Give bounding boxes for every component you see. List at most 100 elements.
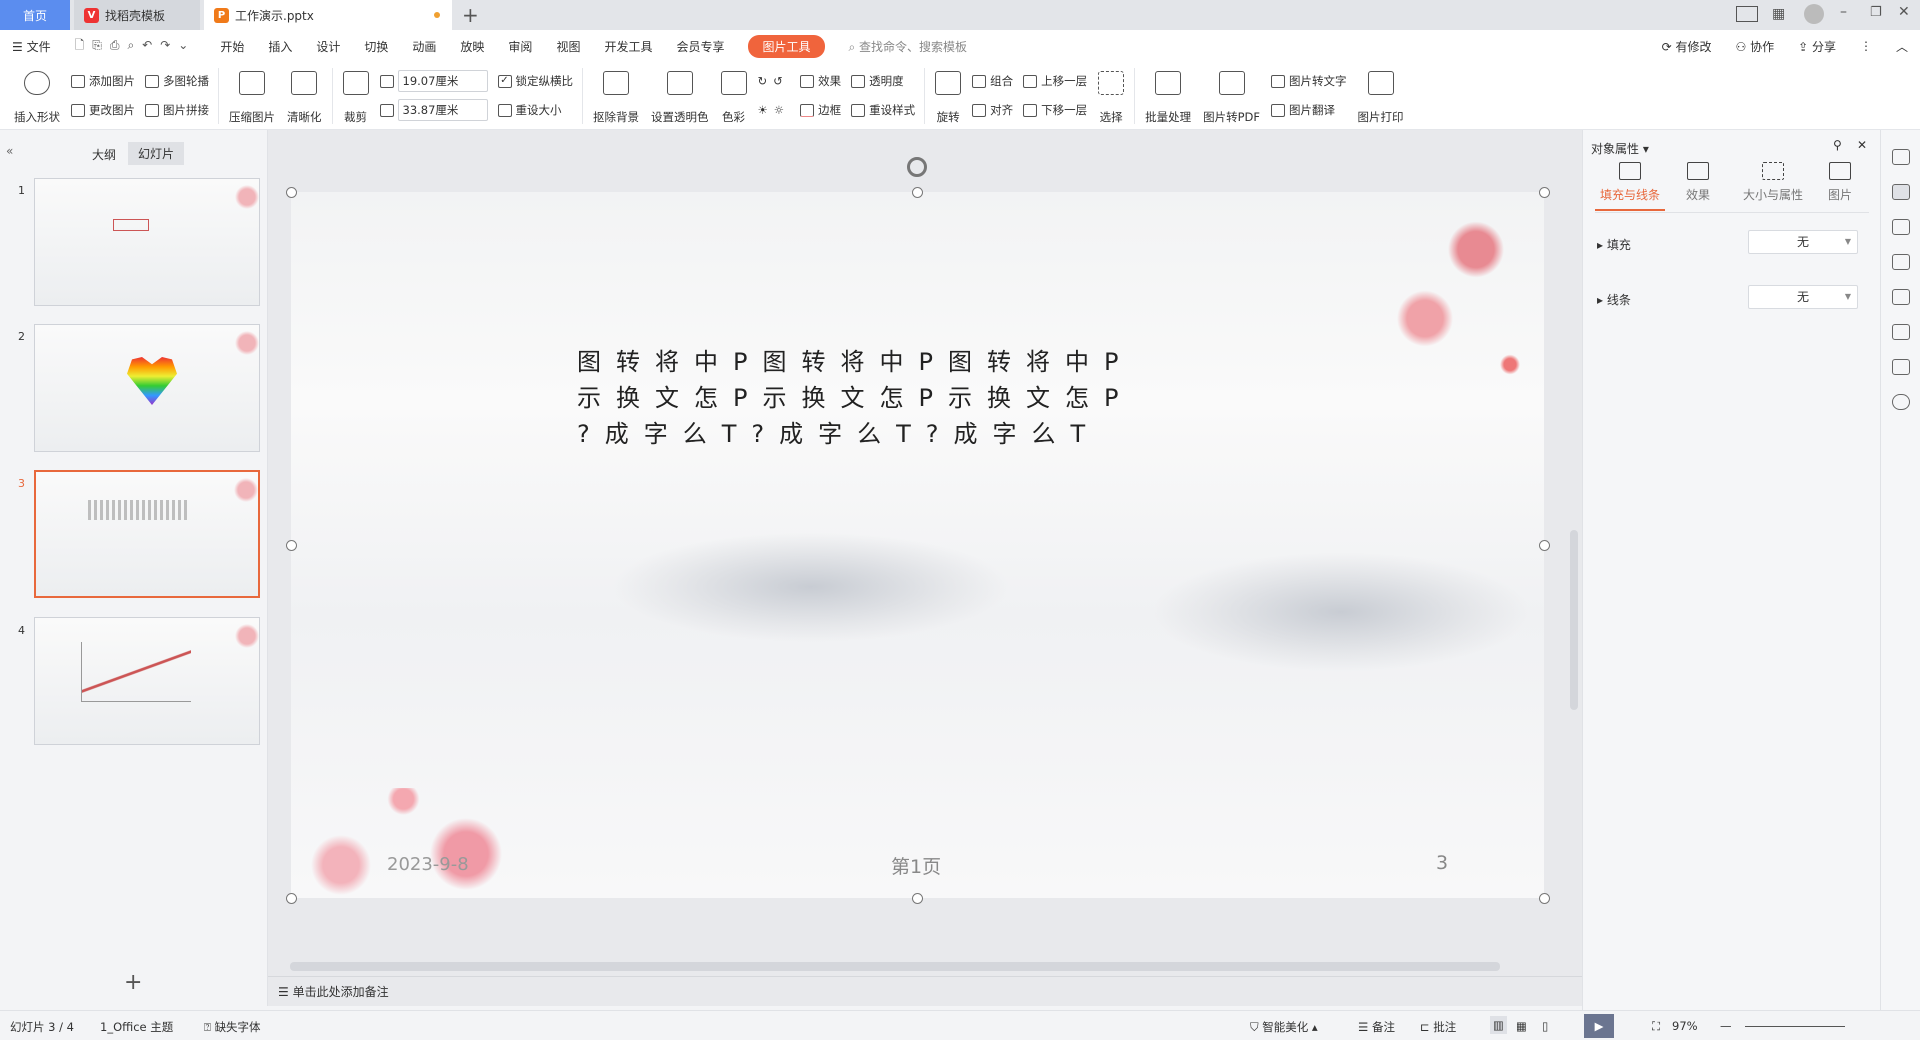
insert-shape-button[interactable]: 插入形状	[14, 67, 60, 125]
resize-handle[interactable]	[1539, 893, 1550, 904]
rotate-buttons[interactable]: ↻↺	[758, 70, 791, 92]
sharpen-button[interactable]: 清晰化	[287, 67, 322, 125]
command-search[interactable]: ⌕ 查找命令、搜索模板	[849, 38, 968, 55]
effects-button[interactable]: 效果	[800, 70, 841, 92]
collab-button[interactable]: ⚇ 协作	[1736, 38, 1775, 55]
menu-start[interactable]: 开始	[220, 38, 244, 55]
zoom-slider[interactable]	[1745, 1026, 1845, 1027]
reset-style-button[interactable]: 重设样式	[851, 99, 915, 121]
menu-review[interactable]: 审阅	[508, 38, 532, 55]
align-button[interactable]: 对齐	[972, 99, 1013, 121]
menu-transition[interactable]: 切换	[364, 38, 388, 55]
add-picture-button[interactable]: 添加图片	[71, 70, 135, 92]
modified-button[interactable]: ⟳ 有修改	[1662, 38, 1712, 55]
menu-insert[interactable]: 插入	[268, 38, 292, 55]
media-icon[interactable]	[1891, 289, 1910, 305]
file-menu[interactable]: ☰ 文件	[12, 38, 51, 55]
lock-ratio-checkbox[interactable]: ✓ 锁定纵横比	[497, 70, 573, 92]
star-icon[interactable]	[1891, 219, 1910, 235]
resize-handle[interactable]	[286, 187, 297, 198]
zoom-level[interactable]: 97%	[1672, 1019, 1698, 1033]
resize-handle[interactable]	[1539, 540, 1550, 551]
transparency-button[interactable]: 透明度	[851, 70, 915, 92]
send-backward-button[interactable]: 下移一层	[1023, 99, 1087, 121]
stitch-button[interactable]: 图片拼接	[145, 99, 209, 121]
collapse-ribbon-icon[interactable]: ︿	[1896, 38, 1908, 55]
normal-view-icon[interactable]: ▥	[1490, 1016, 1507, 1034]
comment-button[interactable]: ⊏ 批注	[1420, 1019, 1456, 1035]
menu-slideshow[interactable]: 放映	[460, 38, 484, 55]
rotate-button[interactable]: 旋转	[935, 67, 962, 125]
tab-templates[interactable]: V 找稻壳模板	[74, 0, 200, 30]
tab-size-properties[interactable]: 大小与属性	[1733, 162, 1813, 203]
bring-forward-button[interactable]: 上移一层	[1023, 70, 1087, 92]
brightness-buttons[interactable]: ☀☼	[758, 99, 791, 121]
reset-size-button[interactable]: 重设大小	[497, 99, 574, 121]
more-icon[interactable]: ⋮	[1860, 39, 1872, 53]
theme-name[interactable]: 1_Office 主题	[100, 1019, 173, 1035]
sorter-view-icon[interactable]: ▦	[1516, 1019, 1527, 1033]
grid-icon[interactable]: ▦	[1772, 6, 1785, 22]
tab-document[interactable]: P 工作演示.pptx	[204, 0, 452, 30]
slides-icon[interactable]	[1891, 254, 1910, 270]
properties-icon[interactable]	[1891, 184, 1910, 200]
collapse-panel-icon[interactable]: «	[6, 144, 13, 158]
slide-textbox[interactable]: 图转将中P图转将中P图转将中P 示换文怎P示换文怎P示换文怎P ?成字么T?成字…	[577, 344, 1133, 452]
fill-section-toggle[interactable]: ▸ 填充	[1597, 236, 1631, 253]
batch-button[interactable]: 批量处理	[1145, 67, 1191, 125]
menu-picture-tools[interactable]: 图片工具	[748, 34, 825, 58]
group-button[interactable]: 组合	[972, 70, 1013, 92]
zoom-out-button[interactable]: —	[1720, 1019, 1732, 1033]
slide-thumbnail-2[interactable]	[34, 324, 260, 452]
new-tab-button[interactable]: +	[462, 3, 479, 27]
to-text-button[interactable]: 图片转文字	[1271, 70, 1347, 92]
restore-button[interactable]: ❐	[1870, 5, 1882, 20]
tab-picture[interactable]: 图片	[1805, 162, 1875, 203]
resize-handle[interactable]	[912, 893, 923, 904]
tab-slides[interactable]: 幻灯片	[128, 142, 185, 165]
fit-icon[interactable]: ⛶	[1652, 1019, 1660, 1034]
slide[interactable]: 图转将中P图转将中P图转将中P 示换文怎P示换文怎P示换文怎P ?成字么T?成字…	[291, 192, 1544, 898]
notes-button[interactable]: ☰ 备注	[1358, 1019, 1395, 1035]
slide-thumbnail-3[interactable]	[34, 470, 260, 598]
border-button[interactable]: 边框	[800, 99, 841, 121]
width-input[interactable]: 33.87厘米	[397, 99, 488, 121]
color-button[interactable]: 色彩	[720, 67, 747, 125]
fill-select[interactable]: 无 ▼	[1748, 230, 1858, 254]
translate-button[interactable]: 图片翻译	[1271, 99, 1347, 121]
vertical-scrollbar[interactable]	[1570, 140, 1578, 970]
change-picture-button[interactable]: 更改图片	[71, 99, 135, 121]
avatar[interactable]	[1804, 4, 1824, 24]
remove-bg-button[interactable]: 抠除背景	[593, 67, 639, 125]
slide-thumbnail-1[interactable]	[34, 178, 260, 306]
print-button[interactable]: 图片打印	[1358, 67, 1404, 125]
add-slide-button[interactable]: +	[124, 970, 142, 995]
menu-view[interactable]: 视图	[556, 38, 580, 55]
help-icon[interactable]	[1891, 394, 1910, 410]
resize-handle[interactable]	[1539, 187, 1550, 198]
horizontal-scrollbar[interactable]	[290, 962, 1500, 971]
rocket-icon[interactable]	[1891, 149, 1910, 165]
line-select[interactable]: 无 ▼	[1748, 285, 1858, 309]
carousel-button[interactable]: 多图轮播	[145, 70, 209, 92]
set-transparent-button[interactable]: 设置透明色	[651, 67, 709, 125]
panel-title[interactable]: 对象属性 ▾	[1591, 140, 1649, 157]
menu-member[interactable]: 会员专享	[676, 38, 724, 55]
book-icon[interactable]	[1891, 359, 1910, 375]
menu-developer[interactable]: 开发工具	[604, 38, 652, 55]
line-section-toggle[interactable]: ▸ 线条	[1597, 291, 1631, 308]
slide-thumbnail-4[interactable]	[34, 617, 260, 745]
notes-bar[interactable]: ☰ 单击此处添加备注	[268, 976, 1582, 1006]
menu-design[interactable]: 设计	[316, 38, 340, 55]
resize-handle[interactable]	[286, 893, 297, 904]
height-input[interactable]: 19.07厘米	[397, 70, 488, 92]
tab-outline[interactable]: 大纲	[92, 146, 116, 163]
select-button[interactable]: 选择	[1098, 67, 1125, 125]
layout-icon[interactable]	[1736, 6, 1758, 22]
resize-handle[interactable]	[912, 187, 923, 198]
close-panel-icon[interactable]: ✕	[1857, 138, 1867, 152]
missing-font-button[interactable]: ⍰ 缺失字体	[204, 1019, 261, 1035]
quick-access-icons[interactable]: 🗋⎘⎙⌕↶↷⌄	[75, 36, 197, 57]
play-button[interactable]: ▶	[1584, 1014, 1614, 1038]
tab-home[interactable]: 首页	[0, 0, 70, 30]
